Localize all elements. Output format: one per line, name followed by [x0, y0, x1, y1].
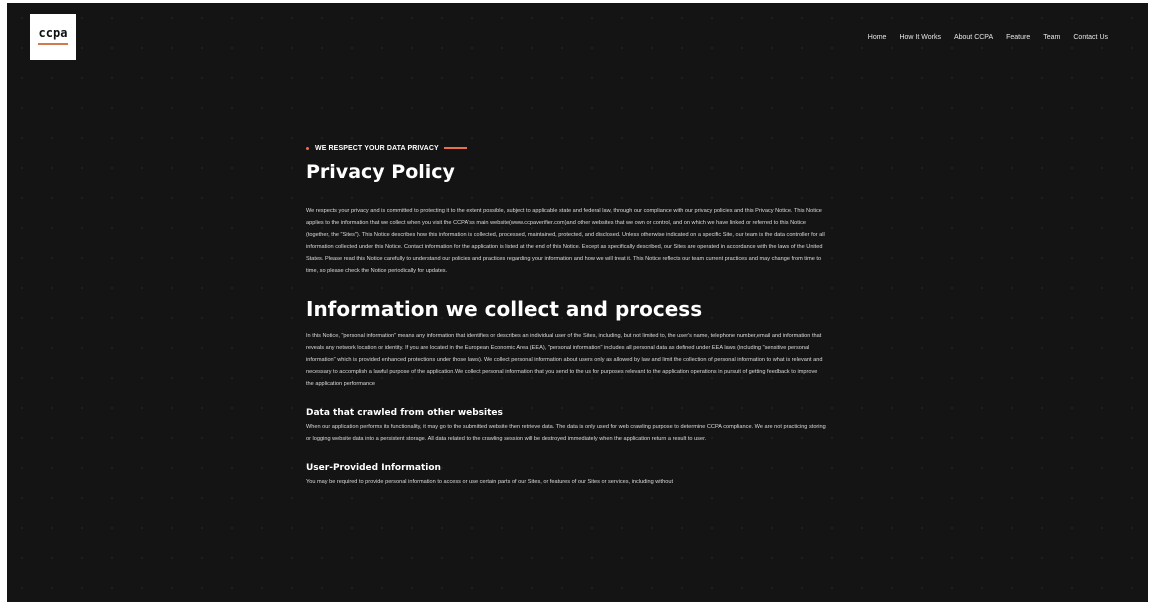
eyebrow-text: WE RESPECT YOUR DATA PRIVACY [315, 144, 439, 152]
page: ccpa Home How It Works About CCPA Featur… [7, 3, 1148, 602]
nav-about-ccpa[interactable]: About CCPA [954, 34, 993, 41]
eyebrow: WE RESPECT YOUR DATA PRIVACY [306, 143, 826, 153]
user-provided-heading: User-Provided Information [306, 463, 441, 473]
crawl-paragraph: When our application performs its functi… [306, 424, 826, 442]
section-paragraph: In this Notice, "personal information" m… [306, 333, 823, 387]
ccpa-logo[interactable]: ccpa [30, 14, 76, 60]
nav-team[interactable]: Team [1043, 34, 1060, 41]
crawl-heading: Data that crawled from other websites [306, 408, 503, 418]
eyebrow-dot [306, 146, 309, 150]
nav-home[interactable]: Home [868, 34, 887, 41]
privacy-content: WE RESPECT YOUR DATA PRIVACY Privacy Pol… [306, 143, 826, 488]
nav-how-it-works[interactable]: How It Works [899, 34, 941, 41]
logo-text: ccpa [38, 26, 68, 40]
user-provided-paragraph: You may be required to provide personal … [306, 479, 673, 485]
section-heading: Information we collect and process [306, 297, 703, 321]
nav-contact-us[interactable]: Contact Us [1073, 34, 1108, 41]
page-title: Privacy Policy [306, 161, 455, 183]
main-nav: Home How It Works About CCPA Feature Tea… [868, 34, 1108, 41]
eyebrow-line [443, 147, 467, 149]
logo-underline [38, 43, 68, 45]
nav-feature[interactable]: Feature [1006, 34, 1030, 41]
intro-paragraph: We respects your privacy and is committe… [306, 208, 825, 274]
